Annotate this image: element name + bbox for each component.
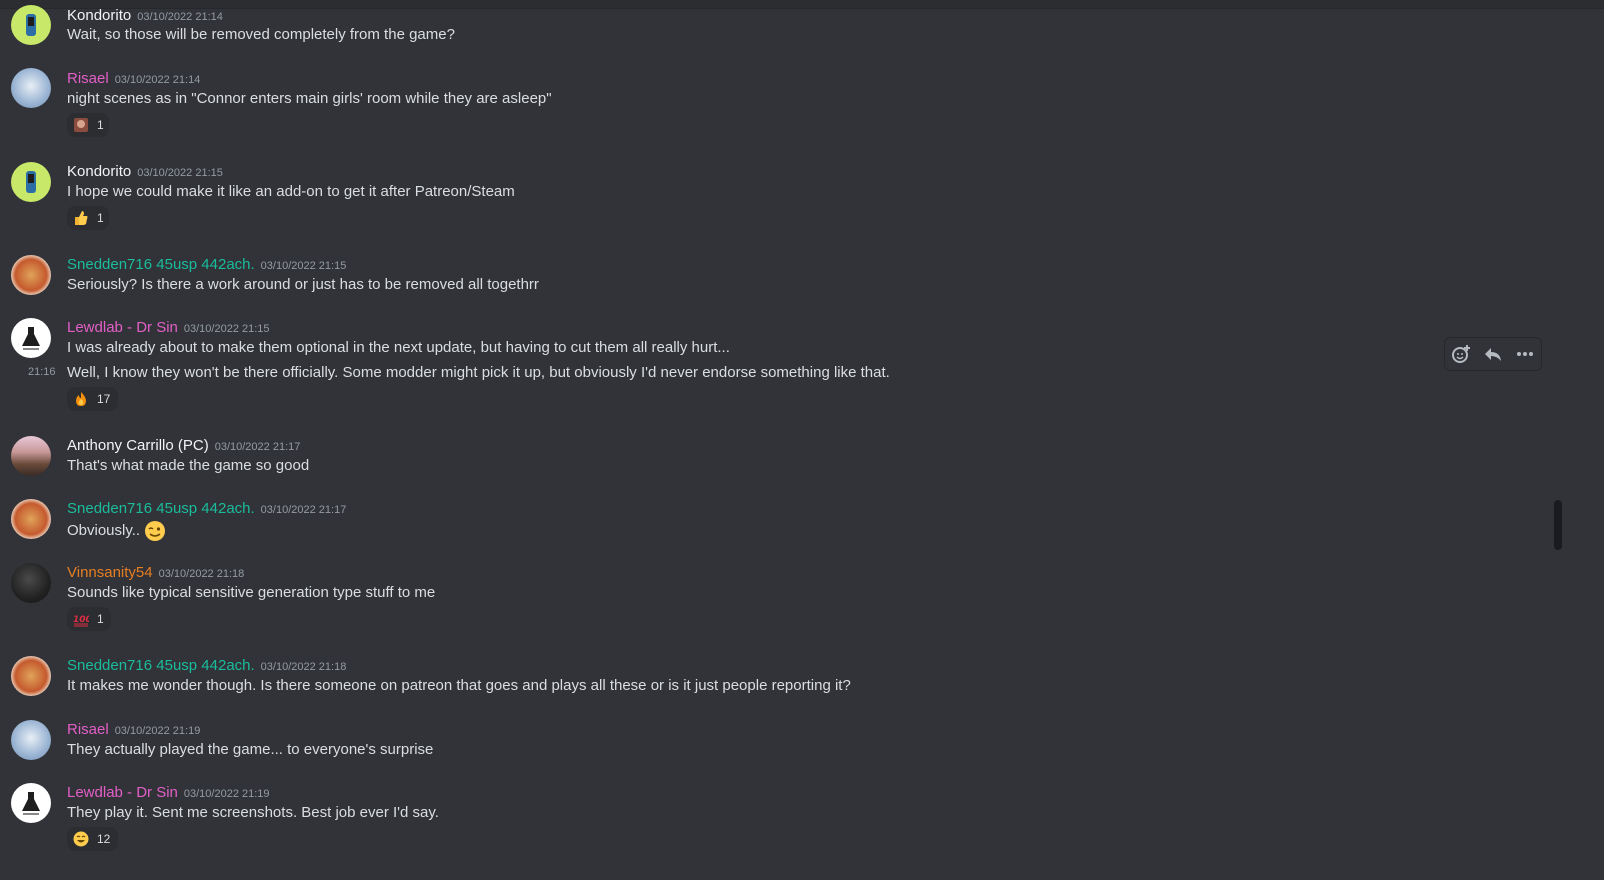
author-name[interactable]: Snedden716 45usp 442ach. (67, 256, 255, 273)
message-header: Risael 03/10/2022 21:14 (67, 68, 200, 88)
message-header: Kondorito 03/10/2022 21:15 (67, 161, 223, 181)
vinnsanity-avatar[interactable] (11, 563, 51, 603)
message-header: Risael 03/10/2022 21:19 (67, 719, 200, 739)
message-text: I was already about to make them optiona… (67, 339, 730, 356)
author-name[interactable]: Risael (67, 70, 109, 87)
message-text: Seriously? Is there a work around or jus… (67, 276, 539, 293)
add-reaction-icon[interactable] (1447, 340, 1475, 368)
message-text: Obviously.. (67, 522, 141, 539)
scrollbar-thumb[interactable] (1554, 500, 1562, 550)
reaction-button[interactable]: 17 (67, 387, 118, 411)
timestamp: 03/10/2022 21:17 (260, 504, 347, 516)
timestamp: 03/10/2022 21:18 (158, 568, 245, 580)
message[interactable]: Snedden716 45usp 442ach. 03/10/2022 21:17… (0, 498, 1590, 548)
message[interactable]: Kondorito 03/10/2022 21:15 I hope we coul… (0, 161, 1590, 236)
message[interactable]: Risael 03/10/2022 21:19 They actually pla… (0, 719, 1590, 769)
message[interactable]: Snedden716 45usp 442ach. 03/10/2022 21:15… (0, 254, 1590, 304)
timestamp: 03/10/2022 21:18 (260, 661, 347, 673)
timestamp: 03/10/2022 21:19 (114, 725, 201, 737)
message[interactable]: Lewdlab - Dr Sin 03/10/2022 21:19 They pl… (0, 782, 1590, 857)
reaction-count: 17 (97, 392, 111, 406)
timestamp: 03/10/2022 21:14 (114, 74, 201, 86)
message-header: Lewdlab - Dr Sin 03/10/2022 21:15 (67, 317, 270, 337)
author-name[interactable]: Anthony Carrillo (PC) (67, 437, 209, 454)
message-header: Anthony Carrillo (PC) 03/10/2022 21:17 (67, 435, 300, 455)
reaction-count: 1 (97, 118, 104, 132)
snedden-avatar[interactable] (11, 656, 51, 696)
timestamp: 03/10/2022 21:15 (137, 167, 223, 179)
timestamp: 03/10/2022 21:19 (183, 788, 270, 800)
wink-emoji (144, 520, 166, 542)
fire-emoji (73, 391, 89, 407)
message-text-row: Obviously.. (67, 520, 166, 542)
message-header: Kondorito 03/10/2022 21:14 (67, 5, 223, 25)
author-name[interactable]: Snedden716 45usp 442ach. (67, 500, 255, 517)
snedden-avatar[interactable] (11, 255, 51, 295)
kondorito-avatar[interactable] (11, 162, 51, 202)
author-name[interactable]: Risael (67, 721, 109, 738)
followup-timestamp: 21:16 (28, 366, 56, 378)
timestamp: 03/10/2022 21:15 (183, 323, 270, 335)
author-name[interactable]: Snedden716 45usp 442ach. (67, 657, 255, 674)
reaction-count: 1 (97, 612, 104, 626)
reaction-button[interactable]: 1 (67, 113, 109, 137)
message[interactable]: Anthony Carrillo (PC) 03/10/2022 21:17 Th… (0, 435, 1590, 485)
kondorito-avatar[interactable] (11, 5, 51, 45)
message[interactable]: Snedden716 45usp 442ach. 03/10/2022 21:18… (0, 655, 1590, 705)
message-text: They play it. Sent me screenshots. Best … (67, 804, 439, 821)
message-header: Snedden716 45usp 442ach. 03/10/2022 21:15 (67, 254, 346, 274)
message-text: I hope we could make it like an add-on t… (67, 183, 515, 200)
message-header: Lewdlab - Dr Sin 03/10/2022 21:19 (67, 782, 270, 802)
reaction-count: 1 (97, 211, 104, 225)
grin-emoji (73, 831, 89, 847)
reply-icon[interactable] (1479, 340, 1507, 368)
lewdlab-avatar[interactable] (11, 783, 51, 823)
message[interactable]: Kondorito 03/10/2022 21:14 Wait, so those… (0, 5, 1590, 55)
message-text: They actually played the game... to ever… (67, 741, 434, 758)
message-text: That's what made the game so good (67, 457, 310, 474)
risael-avatar[interactable] (11, 720, 51, 760)
message-text: Sounds like typical sensitive generation… (67, 584, 436, 601)
timestamp: 03/10/2022 21:15 (260, 260, 347, 272)
message-text: Wait, so those will be removed completel… (67, 26, 455, 43)
risael-avatar[interactable] (11, 68, 51, 108)
message[interactable]: Lewdlab - Dr Sin 03/10/2022 21:15 I was a… (0, 317, 1590, 417)
reaction-button[interactable]: 1 (67, 206, 109, 230)
message[interactable]: Vinnsanity54 03/10/2022 21:18 Sounds like… (0, 562, 1590, 637)
timestamp: 03/10/2022 21:17 (214, 441, 301, 453)
message-hover-toolbar (1444, 337, 1542, 371)
hundred-points-emoji: 100 (73, 611, 92, 627)
message-text: night scenes as in "Connor enters main g… (67, 90, 552, 107)
author-name[interactable]: Lewdlab - Dr Sin (67, 784, 178, 801)
custom-face-emoji (73, 117, 89, 133)
message-header: Snedden716 45usp 442ach. 03/10/2022 21:18 (67, 655, 346, 675)
message-text: It makes me wonder though. Is there some… (67, 677, 851, 694)
thumbs-up-emoji (73, 210, 89, 226)
author-name[interactable]: Kondorito (67, 7, 131, 24)
timestamp: 03/10/2022 21:14 (137, 11, 223, 23)
reaction-count: 12 (97, 832, 111, 846)
anthony-avatar[interactable] (11, 436, 51, 476)
reaction-button[interactable]: 12 (67, 827, 118, 851)
author-name[interactable]: Kondorito (67, 163, 131, 180)
lewdlab-avatar[interactable] (11, 318, 51, 358)
author-name[interactable]: Lewdlab - Dr Sin (67, 319, 178, 336)
followup-message-text: Well, I know they won't be there officia… (67, 364, 890, 381)
more-options-icon[interactable] (1511, 340, 1539, 368)
message-header: Vinnsanity54 03/10/2022 21:18 (67, 562, 244, 582)
message[interactable]: Risael 03/10/2022 21:14 night scenes as i… (0, 68, 1590, 143)
message-header: Snedden716 45usp 442ach. 03/10/2022 21:17 (67, 498, 346, 518)
snedden-avatar[interactable] (11, 499, 51, 539)
reaction-button[interactable]: 100 1 (67, 607, 111, 631)
author-name[interactable]: Vinnsanity54 (67, 564, 153, 581)
